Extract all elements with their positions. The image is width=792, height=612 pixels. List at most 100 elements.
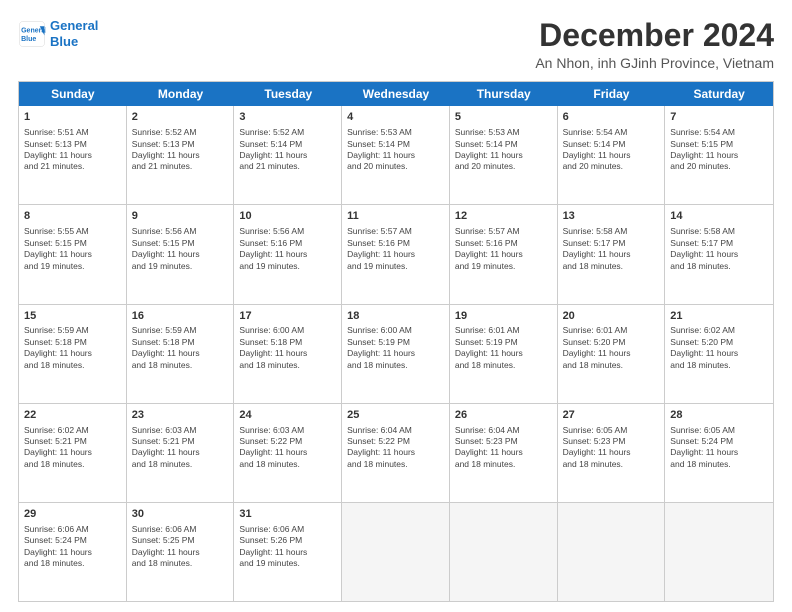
weekday-header: Saturday	[665, 82, 773, 106]
calendar-cell: 12Sunrise: 5:57 AMSunset: 5:16 PMDayligh…	[450, 205, 558, 303]
calendar-cell	[558, 503, 666, 601]
calendar-cell: 28 Sunrise: 6:05 AMSunset: 5:24 PMDayligh…	[665, 404, 773, 502]
cell-content: Sunrise: 5:52 AMSunset: 5:14 PMDaylight:…	[239, 127, 336, 173]
cell-content: Sunrise: 6:02 AMSunset: 5:20 PMDaylight:…	[670, 325, 768, 371]
logo-icon: General Blue	[18, 20, 46, 48]
logo-blue: Blue	[50, 34, 78, 49]
calendar-cell: 7 Sunrise: 5:54 AMSunset: 5:15 PMDaylight…	[665, 106, 773, 204]
calendar-cell	[665, 503, 773, 601]
calendar-cell: 5 Sunrise: 5:53 AMSunset: 5:14 PMDaylight…	[450, 106, 558, 204]
day-number: 15	[24, 309, 121, 324]
day-number: 26	[455, 408, 552, 423]
cell-content: Sunrise: 5:58 AMSunset: 5:17 PMDaylight:…	[670, 226, 768, 272]
calendar-cell: 20Sunrise: 6:01 AMSunset: 5:20 PMDayligh…	[558, 305, 666, 403]
calendar-cell: 27 Sunrise: 6:05 AMSunset: 5:23 PMDayligh…	[558, 404, 666, 502]
calendar-cell	[450, 503, 558, 601]
cell-content: Sunrise: 6:01 AMSunset: 5:19 PMDaylight:…	[455, 325, 552, 371]
calendar-cell: 24 Sunrise: 6:03 AMSunset: 5:22 PMDayligh…	[234, 404, 342, 502]
day-number: 14	[670, 209, 768, 224]
day-number: 10	[239, 209, 336, 224]
header: General Blue General Blue December 2024 …	[18, 18, 774, 71]
weekday-header: Monday	[127, 82, 235, 106]
cell-content: Sunrise: 6:01 AMSunset: 5:20 PMDaylight:…	[563, 325, 660, 371]
weekday-header: Wednesday	[342, 82, 450, 106]
day-number: 8	[24, 209, 121, 224]
day-number: 7	[670, 110, 768, 125]
day-number: 3	[239, 110, 336, 125]
cell-content: Sunrise: 5:59 AMSunset: 5:18 PMDaylight:…	[132, 325, 229, 371]
cell-content: Sunrise: 6:03 AMSunset: 5:21 PMDaylight:…	[132, 425, 229, 471]
cell-content: Sunrise: 6:06 AMSunset: 5:25 PMDaylight:…	[132, 524, 229, 570]
title-block: December 2024 An Nhon, inh GJinh Provinc…	[535, 18, 774, 71]
weekday-header: Thursday	[450, 82, 558, 106]
svg-text:Blue: Blue	[21, 36, 36, 43]
calendar: SundayMondayTuesdayWednesdayThursdayFrid…	[18, 81, 774, 602]
calendar-cell: 15Sunrise: 5:59 AMSunset: 5:18 PMDayligh…	[19, 305, 127, 403]
day-number: 11	[347, 209, 444, 224]
calendar-row: 8 Sunrise: 5:55 AMSunset: 5:15 PMDaylight…	[19, 205, 773, 304]
day-number: 23	[132, 408, 229, 423]
day-number: 31	[239, 507, 336, 522]
day-number: 12	[455, 209, 552, 224]
calendar-cell: 2 Sunrise: 5:52 AMSunset: 5:13 PMDaylight…	[127, 106, 235, 204]
day-number: 22	[24, 408, 121, 423]
calendar-cell: 23 Sunrise: 6:03 AMSunset: 5:21 PMDayligh…	[127, 404, 235, 502]
weekday-header: Friday	[558, 82, 666, 106]
calendar-cell: 25Sunrise: 6:04 AMSunset: 5:22 PMDayligh…	[342, 404, 450, 502]
calendar-cell: 4Sunrise: 5:53 AMSunset: 5:14 PMDaylight…	[342, 106, 450, 204]
cell-content: Sunrise: 6:06 AMSunset: 5:26 PMDaylight:…	[239, 524, 336, 570]
calendar-header: SundayMondayTuesdayWednesdayThursdayFrid…	[19, 82, 773, 106]
day-number: 28	[670, 408, 768, 423]
calendar-cell: 18Sunrise: 6:00 AMSunset: 5:19 PMDayligh…	[342, 305, 450, 403]
cell-content: Sunrise: 5:52 AMSunset: 5:13 PMDaylight:…	[132, 127, 229, 173]
cell-content: Sunrise: 5:54 AMSunset: 5:15 PMDaylight:…	[670, 127, 768, 173]
day-number: 24	[239, 408, 336, 423]
calendar-cell	[342, 503, 450, 601]
logo: General Blue General Blue	[18, 18, 98, 49]
calendar-cell: 16Sunrise: 5:59 AMSunset: 5:18 PMDayligh…	[127, 305, 235, 403]
location-subtitle: An Nhon, inh GJinh Province, Vietnam	[535, 55, 774, 71]
cell-content: Sunrise: 5:55 AMSunset: 5:15 PMDaylight:…	[24, 226, 121, 272]
cell-content: Sunrise: 5:56 AMSunset: 5:16 PMDaylight:…	[239, 226, 336, 272]
cell-content: Sunrise: 6:05 AMSunset: 5:23 PMDaylight:…	[563, 425, 660, 471]
cell-content: Sunrise: 6:06 AMSunset: 5:24 PMDaylight:…	[24, 524, 121, 570]
calendar-cell: 6 Sunrise: 5:54 AMSunset: 5:14 PMDaylight…	[558, 106, 666, 204]
cell-content: Sunrise: 6:03 AMSunset: 5:22 PMDaylight:…	[239, 425, 336, 471]
cell-content: Sunrise: 6:02 AMSunset: 5:21 PMDaylight:…	[24, 425, 121, 471]
logo-text: General Blue	[50, 18, 98, 49]
cell-content: Sunrise: 5:54 AMSunset: 5:14 PMDaylight:…	[563, 127, 660, 173]
day-number: 27	[563, 408, 660, 423]
calendar-row: 1Sunrise: 5:51 AMSunset: 5:13 PMDaylight…	[19, 106, 773, 205]
calendar-body: 1Sunrise: 5:51 AMSunset: 5:13 PMDaylight…	[19, 106, 773, 601]
calendar-row: 15Sunrise: 5:59 AMSunset: 5:18 PMDayligh…	[19, 305, 773, 404]
day-number: 16	[132, 309, 229, 324]
logo-general: General	[50, 18, 98, 33]
day-number: 6	[563, 110, 660, 125]
cell-content: Sunrise: 5:53 AMSunset: 5:14 PMDaylight:…	[455, 127, 552, 173]
cell-content: Sunrise: 6:00 AMSunset: 5:18 PMDaylight:…	[239, 325, 336, 371]
day-number: 5	[455, 110, 552, 125]
cell-content: Sunrise: 6:05 AMSunset: 5:24 PMDaylight:…	[670, 425, 768, 471]
calendar-cell: 1Sunrise: 5:51 AMSunset: 5:13 PMDaylight…	[19, 106, 127, 204]
weekday-header: Tuesday	[234, 82, 342, 106]
calendar-cell: 29 Sunrise: 6:06 AMSunset: 5:24 PMDayligh…	[19, 503, 127, 601]
day-number: 30	[132, 507, 229, 522]
calendar-cell: 21Sunrise: 6:02 AMSunset: 5:20 PMDayligh…	[665, 305, 773, 403]
day-number: 29	[24, 507, 121, 522]
calendar-cell: 3 Sunrise: 5:52 AMSunset: 5:14 PMDaylight…	[234, 106, 342, 204]
cell-content: Sunrise: 6:00 AMSunset: 5:19 PMDaylight:…	[347, 325, 444, 371]
calendar-cell: 10 Sunrise: 5:56 AMSunset: 5:16 PMDayligh…	[234, 205, 342, 303]
calendar-cell: 11 Sunrise: 5:57 AMSunset: 5:16 PMDayligh…	[342, 205, 450, 303]
calendar-cell: 8 Sunrise: 5:55 AMSunset: 5:15 PMDaylight…	[19, 205, 127, 303]
calendar-row: 22 Sunrise: 6:02 AMSunset: 5:21 PMDayligh…	[19, 404, 773, 503]
cell-content: Sunrise: 5:57 AMSunset: 5:16 PMDaylight:…	[347, 226, 444, 272]
day-number: 13	[563, 209, 660, 224]
calendar-cell: 22 Sunrise: 6:02 AMSunset: 5:21 PMDayligh…	[19, 404, 127, 502]
calendar-cell: 17Sunrise: 6:00 AMSunset: 5:18 PMDayligh…	[234, 305, 342, 403]
calendar-cell: 26Sunrise: 6:04 AMSunset: 5:23 PMDayligh…	[450, 404, 558, 502]
month-title: December 2024	[535, 18, 774, 53]
cell-content: Sunrise: 5:59 AMSunset: 5:18 PMDaylight:…	[24, 325, 121, 371]
day-number: 2	[132, 110, 229, 125]
day-number: 19	[455, 309, 552, 324]
calendar-cell: 9Sunrise: 5:56 AMSunset: 5:15 PMDaylight…	[127, 205, 235, 303]
